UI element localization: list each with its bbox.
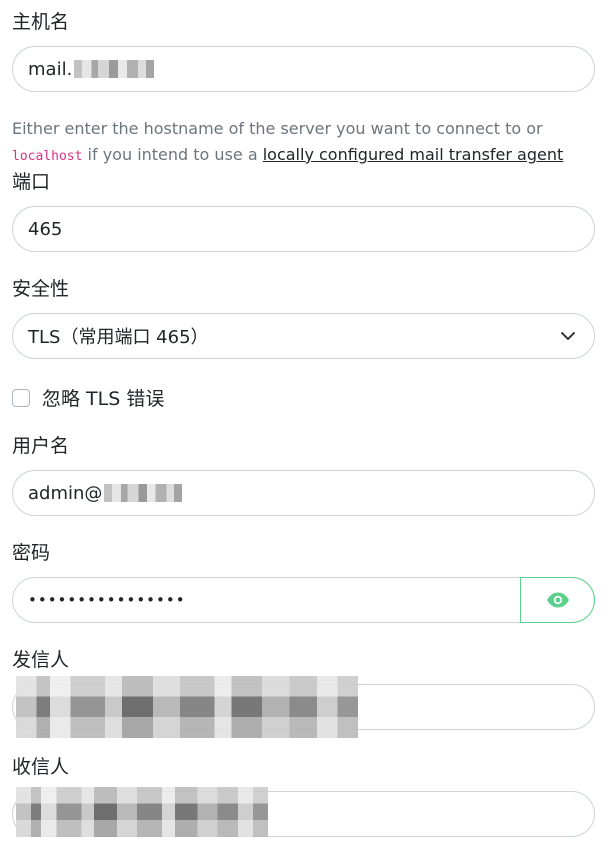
password-input[interactable]: •••••••••••••••• xyxy=(12,577,521,623)
username-label: 用户名 xyxy=(12,435,70,457)
security-select[interactable]: TLS（常用端口 465） xyxy=(12,313,595,359)
redacted-username-domain xyxy=(104,484,183,502)
port-input[interactable]: 465 xyxy=(12,206,595,252)
help-code-localhost: localhost xyxy=(12,149,83,164)
username-input[interactable]: admin@ xyxy=(12,470,595,516)
password-label: 密码 xyxy=(12,542,51,564)
help-text-part2: if you intend to use a xyxy=(82,145,263,164)
password-value: •••••••••••••••• xyxy=(28,591,186,609)
port-value: 465 xyxy=(28,218,63,240)
sender-label: 发信人 xyxy=(12,649,70,671)
mta-help-link[interactable]: locally configured mail transfer agent xyxy=(263,145,564,164)
ignore-tls-label[interactable]: 忽略 TLS 错误 xyxy=(42,384,164,411)
username-value: admin@ xyxy=(28,482,103,504)
eye-icon xyxy=(546,592,569,608)
hostname-value: mail. xyxy=(28,58,73,80)
hostname-help-text: Either enter the hostname of the server … xyxy=(12,116,602,170)
security-value: TLS（常用端口 465） xyxy=(28,327,209,348)
chevron-down-icon xyxy=(561,332,575,340)
toggle-password-visibility-button[interactable] xyxy=(520,577,595,623)
hostname-label: 主机名 xyxy=(12,11,70,33)
port-label: 端口 xyxy=(12,171,51,193)
ignore-tls-row: 忽略 TLS 错误 xyxy=(12,384,164,411)
ignore-tls-checkbox[interactable] xyxy=(12,388,30,407)
hostname-input[interactable]: mail. xyxy=(12,46,595,92)
redacted-recipient xyxy=(16,787,268,837)
recipient-label: 收信人 xyxy=(12,756,70,778)
redacted-sender xyxy=(16,676,358,738)
help-text-part1: Either enter the hostname of the server … xyxy=(12,119,543,138)
password-group: •••••••••••••••• xyxy=(12,577,595,623)
redacted-hostname xyxy=(74,60,155,78)
security-label: 安全性 xyxy=(12,278,70,300)
